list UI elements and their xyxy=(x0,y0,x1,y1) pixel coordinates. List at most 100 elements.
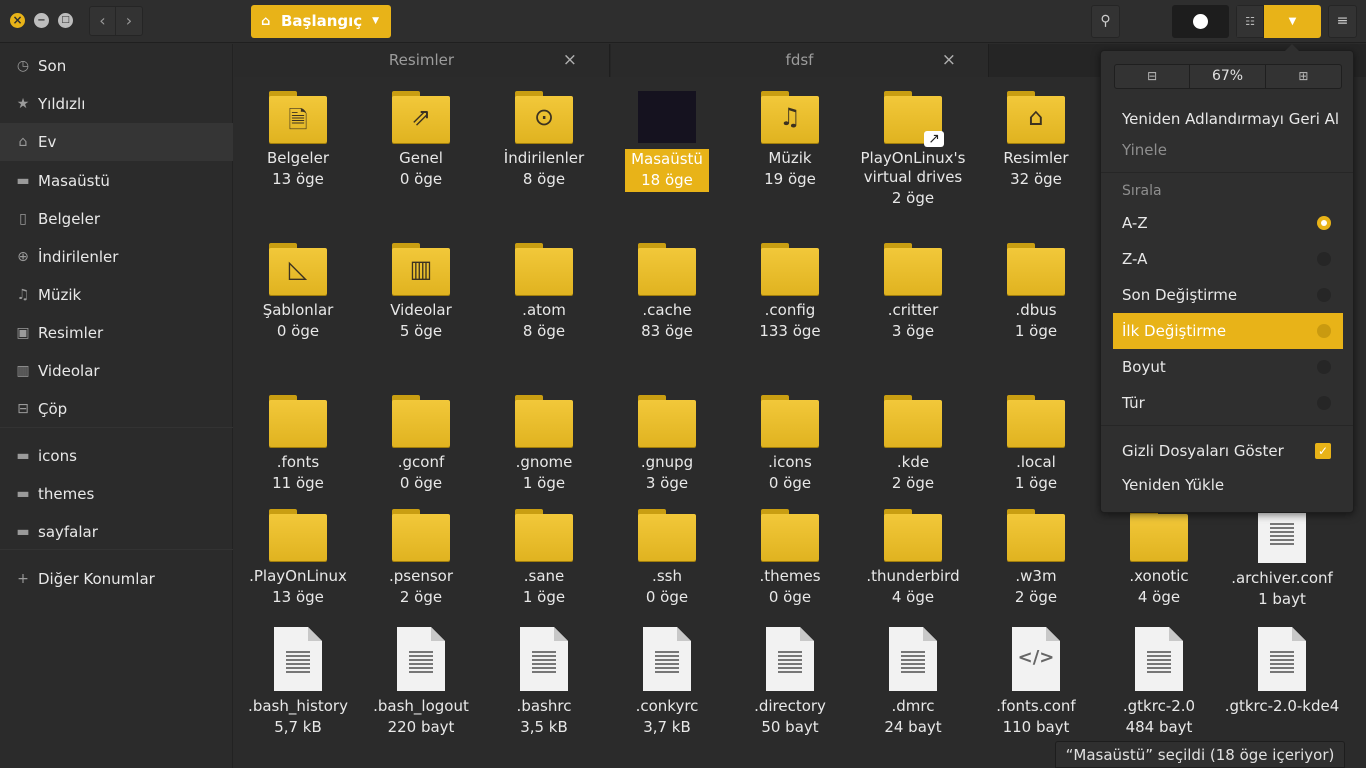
sidebar-item-0[interactable]: ◷ Son xyxy=(0,47,233,85)
zoom-level[interactable]: 67% xyxy=(1190,65,1266,88)
window-minimize-button[interactable] xyxy=(34,13,49,28)
folder-icon xyxy=(269,395,327,447)
sidebar-item-7[interactable]: ▣ Resimler xyxy=(0,314,233,352)
folder-item[interactable]: ↗ PlayOnLinux's virtual drives 2 öge xyxy=(853,91,973,208)
file-item[interactable]: .bashrc 3,5 kB xyxy=(484,627,604,737)
close-icon[interactable]: × xyxy=(563,44,577,77)
folder-item[interactable]: .ssh 0 öge xyxy=(607,509,727,607)
folder-item[interactable]: ▥ Videolar 5 öge xyxy=(361,243,481,341)
folder-item[interactable]: .gnome 1 öge xyxy=(484,395,604,493)
sort-heading: Sırala xyxy=(1122,183,1162,199)
folder-item[interactable]: .dbus 1 öge xyxy=(976,243,1096,341)
folder-icon: ▬ xyxy=(16,524,30,540)
sidebar-item-4[interactable]: ▯ Belgeler xyxy=(0,200,233,238)
sort-option-1[interactable]: Z-A xyxy=(1113,241,1343,277)
item-count: 110 bayt xyxy=(1002,718,1070,736)
folder-item[interactable]: .w3m 2 öge xyxy=(976,509,1096,607)
main-menu-button[interactable]: ≡ xyxy=(1328,5,1357,38)
sort-option-label: Son Değiştirme xyxy=(1122,286,1238,304)
redo-item[interactable]: Yinele xyxy=(1113,132,1343,168)
toggle-button[interactable] xyxy=(1172,5,1229,38)
sort-option-label: Boyut xyxy=(1122,358,1166,376)
view-options-button[interactable]: ▼ xyxy=(1264,5,1321,38)
folder-item[interactable]: .thunderbird 4 öge xyxy=(853,509,973,607)
sort-option-label: İlk Değiştirme xyxy=(1122,322,1227,340)
radio-icon[interactable] xyxy=(1317,216,1331,230)
sidebar-item-8[interactable]: ▥ Videolar xyxy=(0,352,233,390)
folder-item[interactable]: .psensor 2 öge xyxy=(361,509,481,607)
file-item[interactable]: .conkyrc 3,7 kB xyxy=(607,627,727,737)
folder-item[interactable]: .sane 1 öge xyxy=(484,509,604,607)
close-icon[interactable]: × xyxy=(942,44,956,77)
sidebar-item-3[interactable]: ▬ Masaüstü xyxy=(0,162,233,200)
file-item[interactable]: .bash_history 5,7 kB xyxy=(238,627,358,737)
file-item[interactable]: .bash_logout 220 bayt xyxy=(361,627,481,737)
radio-icon[interactable] xyxy=(1317,252,1331,266)
file-item[interactable]: .dmrc 24 bayt xyxy=(853,627,973,737)
file-item[interactable]: .directory 50 bayt xyxy=(730,627,850,737)
zoom-in-button[interactable]: ⊞ xyxy=(1266,65,1341,88)
sidebar-item-6[interactable]: ♫ Müzik xyxy=(0,276,233,314)
sort-option-0[interactable]: A-Z xyxy=(1113,205,1343,241)
file-item[interactable]: .gtkrc-2.0-kde4 xyxy=(1222,627,1342,718)
tab-fdsf[interactable]: fdsf × xyxy=(611,44,989,77)
sort-option-5[interactable]: Tür xyxy=(1113,385,1343,421)
folder-item[interactable]: Masaüstü 18 öge xyxy=(607,91,727,192)
folder-item[interactable]: .critter 3 öge xyxy=(853,243,973,341)
sidebar-item-5[interactable]: ⊕ İndirilenler xyxy=(0,238,233,276)
sort-option-2[interactable]: Son Değiştirme xyxy=(1113,277,1343,313)
folder-item[interactable]: .icons 0 öge xyxy=(730,395,850,493)
reload-item[interactable]: Yeniden Yükle xyxy=(1113,467,1343,503)
sidebar-item-10[interactable]: ▬ icons xyxy=(0,437,233,475)
file-item[interactable]: .archiver.conf 1 bayt xyxy=(1222,499,1342,609)
sort-option-4[interactable]: Boyut xyxy=(1113,349,1343,385)
folder-item[interactable]: .local 1 öge xyxy=(976,395,1096,493)
sort-option-3[interactable]: İlk Değiştirme xyxy=(1113,313,1343,349)
list-view-button[interactable]: ☷ xyxy=(1236,5,1264,38)
sidebar-item-2[interactable]: ⌂ Ev xyxy=(0,123,233,161)
forward-button[interactable]: › xyxy=(116,7,142,35)
text-file-icon xyxy=(643,627,691,691)
folder-item[interactable]: .kde 2 öge xyxy=(853,395,973,493)
item-name: .icons xyxy=(768,453,812,471)
radio-icon[interactable] xyxy=(1317,324,1331,338)
sidebar-item-12[interactable]: ▬ sayfalar xyxy=(0,513,233,551)
folder-item[interactable]: .cache 83 öge xyxy=(607,243,727,341)
folder-item[interactable]: 🗎 Belgeler 13 öge xyxy=(238,91,358,189)
item-count: 1 öge xyxy=(1014,322,1058,340)
window-close-button[interactable] xyxy=(10,13,25,28)
folder-item[interactable]: .xonotic 4 öge xyxy=(1099,509,1219,607)
radio-icon[interactable] xyxy=(1317,396,1331,410)
radio-icon[interactable] xyxy=(1317,288,1331,302)
folder-item[interactable]: ⌂ Resimler 32 öge xyxy=(976,91,1096,189)
sidebar-item-13[interactable]: + Diğer Konumlar xyxy=(0,560,233,598)
folder-item[interactable]: .PlayOnLinux 13 öge xyxy=(238,509,358,607)
back-button[interactable]: ‹ xyxy=(90,7,116,35)
zoom-out-button[interactable]: ⊟ xyxy=(1115,65,1191,88)
file-item[interactable]: </> .fonts.conf 110 bayt xyxy=(976,627,1096,737)
sidebar-item-9[interactable]: ⊟ Çöp xyxy=(0,390,233,428)
folder-item[interactable]: .config 133 öge xyxy=(730,243,850,341)
search-button[interactable]: ⚲ xyxy=(1091,5,1120,38)
window-maximize-button[interactable] xyxy=(58,13,73,28)
sidebar-item-11[interactable]: ▬ themes xyxy=(0,475,233,513)
item-count: 11 öge xyxy=(272,474,324,492)
folder-item[interactable]: .atom 8 öge xyxy=(484,243,604,341)
item-count: 3,5 kB xyxy=(520,718,568,736)
location-button[interactable]: ⌂ Başlangıç ▼ xyxy=(251,5,391,38)
folder-item[interactable]: ⊙ İndirilenler 8 öge xyxy=(484,91,604,189)
folder-item[interactable]: .fonts 11 öge xyxy=(238,395,358,493)
folder-item[interactable]: ♫ Müzik 19 öge xyxy=(730,91,850,189)
show-hidden-item[interactable]: Gizli Dosyaları Göster ✓ xyxy=(1113,433,1343,469)
folder-item[interactable]: ⇗ Genel 0 öge xyxy=(361,91,481,189)
folder-item[interactable]: .themes 0 öge xyxy=(730,509,850,607)
sidebar-item-1[interactable]: ★ Yıldızlı xyxy=(0,85,233,123)
tab-resimler[interactable]: Resimler × xyxy=(234,44,610,77)
radio-icon[interactable] xyxy=(1317,360,1331,374)
folder-item[interactable]: .gnupg 3 öge xyxy=(607,395,727,493)
folder-item[interactable]: .gconf 0 öge xyxy=(361,395,481,493)
checkbox-icon[interactable]: ✓ xyxy=(1315,443,1331,459)
file-item[interactable]: .gtkrc-2.0 484 bayt xyxy=(1099,627,1219,737)
folder-item[interactable]: ◺ Şablonlar 0 öge xyxy=(238,243,358,341)
folder-icon xyxy=(1007,395,1065,447)
